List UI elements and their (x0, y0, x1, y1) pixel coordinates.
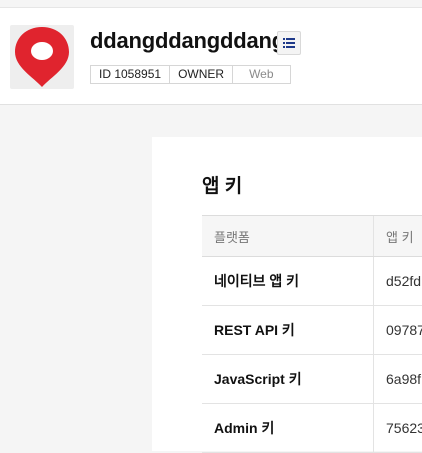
list-icon (283, 38, 295, 48)
table-row: JavaScript 키 6a98f (202, 355, 422, 404)
platform-cell: JavaScript 키 (202, 355, 374, 403)
app-keys-card: 앱 키 플랫폼 앱 키 네이티브 앱 키 d52fd REST API 키 09… (152, 137, 422, 453)
table-header-row: 플랫폼 앱 키 (202, 216, 422, 257)
platform-chip: Web (232, 65, 291, 84)
table-row: 네이티브 앱 키 d52fd (202, 257, 422, 306)
app-icon (10, 25, 74, 89)
section-title: 앱 키 (202, 176, 243, 197)
app-id-chip: ID 1058951 (90, 65, 171, 84)
column-header-app-key: 앱 키 (386, 229, 414, 245)
map-pin-icon (15, 27, 69, 87)
app-info-chips: ID 1058951 OWNER Web (90, 65, 291, 84)
app-keys-table: 플랫폼 앱 키 네이티브 앱 키 d52fd REST API 키 09787 … (202, 215, 422, 453)
column-header-platform: 플랫폼 (202, 216, 374, 256)
platform-cell: REST API 키 (202, 306, 374, 354)
table-row: Admin 키 75623 (202, 404, 422, 453)
menu-button[interactable] (277, 31, 301, 55)
app-name: ddangddangddang (90, 28, 285, 53)
key-cell[interactable]: 6a98f (374, 355, 422, 403)
app-header: ddangddangddang ID 1058951 OWNER Web (0, 8, 422, 105)
platform-cell: Admin 키 (202, 404, 374, 452)
role-chip: OWNER (169, 65, 234, 84)
key-cell[interactable]: 09787 (374, 306, 422, 354)
key-cell[interactable]: d52fd (374, 257, 422, 305)
platform-cell: 네이티브 앱 키 (202, 257, 374, 305)
table-row: REST API 키 09787 (202, 306, 422, 355)
key-cell[interactable]: 75623 (374, 404, 422, 452)
